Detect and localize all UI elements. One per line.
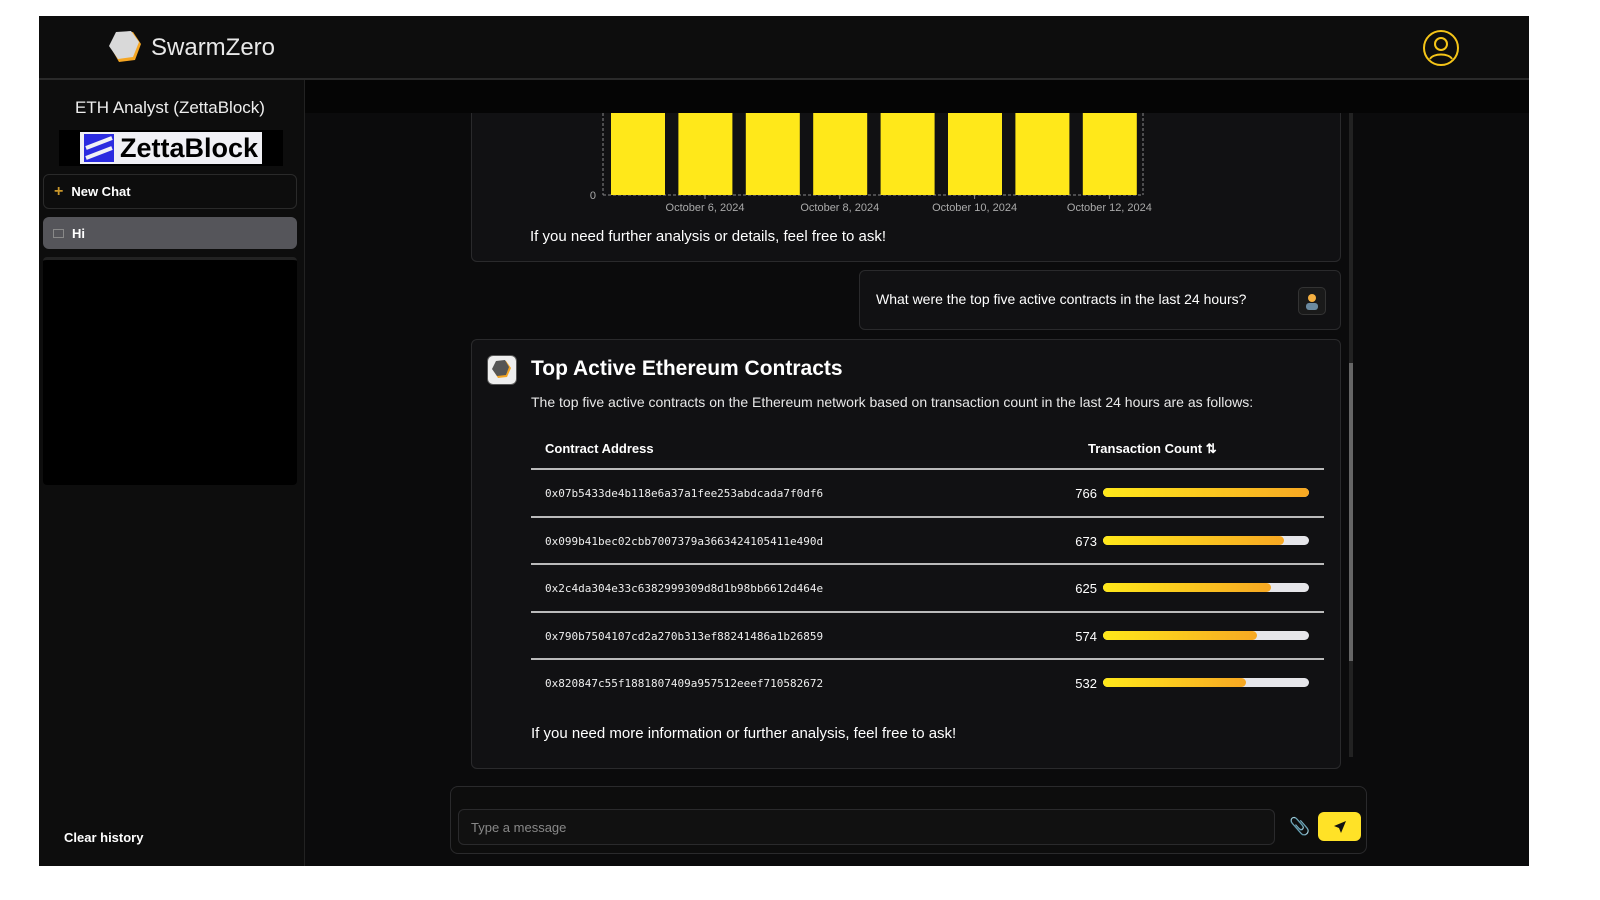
chart-bar[interactable] — [745, 113, 800, 195]
count-bar-fill — [1103, 535, 1284, 545]
agent-title: ETH Analyst (ZettaBlock) — [75, 98, 265, 117]
count-bar — [1103, 535, 1309, 545]
clear-history-button[interactable]: Clear history — [64, 830, 143, 845]
user-avatar-icon — [1298, 287, 1326, 315]
plus-icon: + — [54, 182, 64, 200]
scrollbar[interactable] — [1349, 113, 1353, 757]
profile-button[interactable] — [1423, 30, 1459, 66]
send-icon — [1333, 820, 1346, 833]
chart-bar[interactable] — [880, 113, 935, 195]
table-row: 0x820847c55f1881807409a957512eeef7105826… — [531, 658, 1324, 705]
assistant-avatar-icon — [487, 355, 517, 385]
chart-message: 0 October 6, 2024 October 8, 2024 October 1… — [471, 96, 1341, 262]
sort-arrows-icon[interactable]: ⇅ — [1206, 441, 1217, 456]
contract-address: 0x790b7504107cd2a270b313ef88241486a1b268… — [545, 629, 824, 643]
message-input[interactable]: Type a message — [458, 809, 1275, 845]
contract-address: 0x07b5433de4b118e6a37a1fee253abdcada7f0d… — [545, 487, 824, 500]
contract-address: 0x820847c55f1881807409a957512eeef7105826… — [545, 677, 824, 690]
chat-history-panel — [43, 257, 297, 485]
chart-bar[interactable] — [1015, 113, 1070, 195]
zettablock-logo-icon — [83, 134, 114, 162]
brand-logo[interactable]: SwarmZero — [107, 30, 275, 66]
composer: Type a message 📎 — [450, 786, 1367, 854]
chart-bar[interactable] — [611, 113, 665, 195]
count-bar-fill — [1103, 488, 1309, 497]
scrollbar-thumb[interactable] — [1349, 363, 1353, 661]
x-tick-label: October 6, 2024 — [666, 202, 745, 214]
table-row: 0x790b7504107cd2a270b313ef88241486a1b268… — [531, 610, 1324, 658]
x-tick-label: October 10, 2024 — [932, 202, 1017, 214]
paperclip-icon[interactable]: 📎 — [1289, 817, 1310, 837]
assistant-message: Top Active Ethereum Contracts The top fi… — [471, 339, 1341, 769]
chat-list-item[interactable]: Hi — [43, 217, 297, 249]
new-chat-label: New Chat — [71, 184, 131, 199]
clip-mask — [471, 80, 1351, 113]
transaction-count: 574 — [1075, 628, 1097, 644]
bar-chart: 0 October 6, 2024 October 8, 2024 October 1… — [590, 113, 1152, 214]
x-tick-label: October 12, 2024 — [1067, 202, 1152, 214]
chart-bar[interactable] — [1082, 113, 1137, 195]
chart-bar[interactable] — [813, 113, 868, 195]
chat-label: Hi — [72, 225, 85, 241]
count-bar-fill — [1103, 630, 1258, 640]
column-header-address[interactable]: Contract Address — [545, 441, 654, 456]
table-row: 0x07b5433de4b118e6a37a1fee253abdcada7f0d… — [531, 468, 1324, 515]
reply-title: Top Active Ethereum Contracts — [531, 357, 843, 380]
chart-followup-text: If you need further analysis or details,… — [530, 228, 887, 245]
reply-intro: The top five active contracts on the Eth… — [531, 394, 1254, 410]
agent-logo-text: ZettaBlock — [119, 132, 259, 163]
table-row: 0x2c4da304e33c6382999309d8d1b98bb6612d46… — [531, 563, 1324, 610]
column-header-count[interactable]: Transaction Count ⇅ — [1088, 441, 1217, 457]
count-bar-fill — [1103, 678, 1247, 687]
swarmzero-logo-icon — [109, 31, 141, 62]
chat-bubble-icon — [53, 228, 64, 238]
contract-address: 0x2c4da304e33c6382999309d8d1b98bb6612d46… — [545, 582, 824, 595]
user-message-text: What were the top five active contracts … — [876, 291, 1247, 307]
count-bar — [1103, 630, 1309, 640]
chart-bar[interactable] — [948, 113, 1002, 195]
agent-logo: ZettaBlock — [59, 130, 283, 166]
transaction-count: 532 — [1075, 676, 1097, 691]
column-header-count-label: Transaction Count — [1088, 441, 1203, 456]
count-bar-fill — [1103, 583, 1272, 592]
count-bar — [1103, 678, 1309, 687]
count-bar — [1103, 583, 1309, 592]
user-circle-icon — [1429, 37, 1453, 60]
table-row: 0x099b41bec02cbb7007379a3663424105411e49… — [531, 515, 1324, 563]
chart-bar[interactable] — [678, 113, 733, 195]
y-tick-label: 0 — [590, 190, 596, 202]
contract-address: 0x099b41bec02cbb7007379a3663424105411e49… — [545, 534, 824, 548]
send-button[interactable] — [1318, 812, 1361, 841]
sidebar: ETH Analyst (ZettaBlock) ZettaBlock + New… — [39, 80, 305, 866]
app: SwarmZero ETH Analyst (ZettaBlock) Zetta… — [39, 16, 1529, 866]
user-message: What were the top five active contracts … — [859, 270, 1341, 330]
header: SwarmZero — [39, 16, 1529, 80]
x-tick-label: October 8, 2024 — [800, 202, 879, 214]
transaction-count: 673 — [1075, 533, 1097, 549]
brand-name: SwarmZero — [151, 34, 276, 61]
reply-outro: If you need more information or further … — [531, 725, 957, 742]
new-chat-button[interactable]: + New Chat — [43, 174, 297, 209]
transaction-count: 766 — [1075, 486, 1097, 501]
count-bar — [1103, 488, 1309, 497]
transaction-count: 625 — [1075, 581, 1097, 596]
message-input-placeholder: Type a message — [471, 820, 567, 835]
